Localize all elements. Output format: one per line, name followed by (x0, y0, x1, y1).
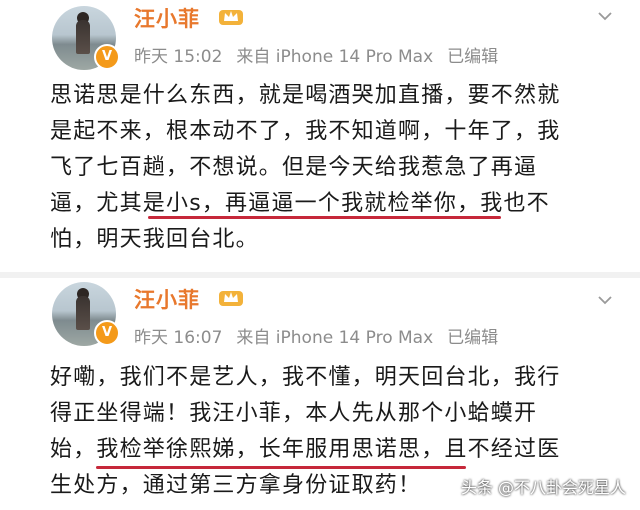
edited-label: 已编辑 (447, 328, 499, 348)
chevron-down-icon[interactable] (597, 292, 613, 308)
highlight-underline (96, 466, 466, 469)
content-line: 飞了七百趟，不想说。但是今天给我惹急了再逼 (50, 155, 538, 180)
weibo-post-1: V 汪小菲 昨天 15:02 来自 iPhone 14 Pro Max 已编辑 思诺… (0, 0, 640, 272)
post-meta: 昨天 15:02 来自 iPhone 14 Pro Max 已编辑 (134, 42, 512, 67)
crown-icon (219, 291, 243, 306)
verified-badge-icon: V (94, 44, 120, 70)
username[interactable]: 汪小菲 (134, 284, 200, 314)
post-content: 思诺思是什么东西，就是喝酒哭加直播，要不然就 是起不来，根本动不了，我不知道啊，… (50, 78, 610, 258)
highlight-underline (148, 216, 501, 219)
post-source: 来自 iPhone 14 Pro Max (236, 47, 434, 67)
post-time: 昨天 15:02 (134, 47, 223, 67)
content-line: 思诺思是什么东西，就是喝酒哭加直播，要不然就 (50, 83, 561, 108)
post-meta: 昨天 16:07 来自 iPhone 14 Pro Max 已编辑 (134, 323, 512, 348)
post-time: 昨天 16:07 (134, 328, 223, 348)
content-line: 好嘞，我们不是艺人，我不懂，明天回台北，我行 (50, 365, 561, 390)
content-line: 始，我检举徐熙娣，长年服用思诺思，且不经过医 (50, 437, 561, 462)
post-source: 来自 iPhone 14 Pro Max (236, 328, 434, 348)
weibo-post-2: V 汪小菲 昨天 16:07 来自 iPhone 14 Pro Max 已编辑 好嘞… (0, 272, 640, 510)
chevron-down-icon[interactable] (597, 8, 613, 24)
content-line: 得正坐得端！我汪小菲，本人先从那个小蛤蟆开 (50, 401, 538, 426)
username[interactable]: 汪小菲 (134, 3, 200, 33)
verified-badge-icon: V (94, 320, 120, 346)
crown-icon (219, 10, 243, 25)
content-line: 是起不来，根本动不了，我不知道啊，十年了，我 (50, 119, 561, 144)
content-line: 怕，明天我回台北。 (50, 227, 259, 252)
edited-label: 已编辑 (447, 47, 499, 67)
watermark: 头条 @不八卦会死星人 (460, 478, 626, 497)
